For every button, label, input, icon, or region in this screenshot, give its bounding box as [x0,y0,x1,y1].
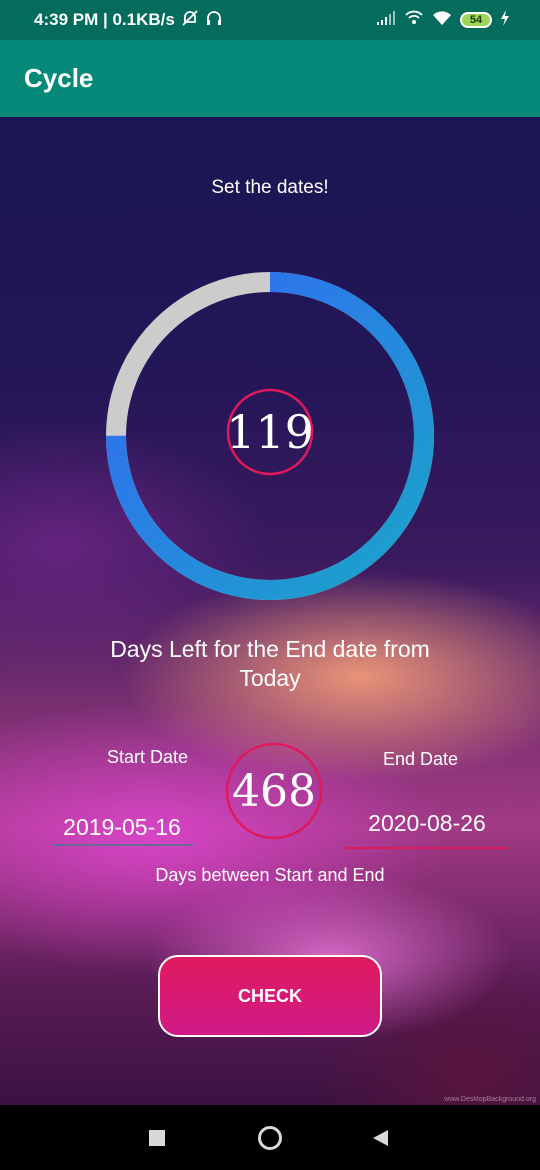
recents-button[interactable] [137,1105,177,1170]
end-date-underline [346,847,508,849]
app-title: Cycle [24,63,94,93]
check-button[interactable]: CHECK [158,955,382,1037]
start-date-label: Start Date [107,747,189,767]
end-date-label: End Date [383,749,459,769]
wifi-calling-icon [404,9,424,32]
nav-bar [0,1105,540,1170]
start-date-input[interactable]: 2019-05-16 [52,814,192,841]
home-circle-icon [258,1125,282,1150]
watermark: www.DesktopBackground.org [444,1096,536,1103]
set-dates-heading: Set the dates! [211,177,329,198]
mute-bell-icon [181,9,199,32]
charging-icon [500,9,510,31]
days-left-value: 119 [226,405,314,459]
app-bar: Cycle [0,40,540,117]
battery-icon: 54 [460,12,492,28]
recents-square-icon [149,1129,165,1146]
days-left-label: Days Left for the End date from Today [110,636,430,691]
start-date-underline [52,844,194,846]
status-bar: 4:39 PM | 0.1KB/s 54 [0,0,540,40]
headset-icon [205,9,223,32]
home-button[interactable] [250,1105,290,1170]
days-between-value: 468 [232,765,316,817]
wifi-icon [432,10,452,31]
end-date-input[interactable]: 2020-08-26 [346,810,508,837]
main-content: Set the dates! 119 Days Left for the End… [0,117,540,1105]
status-time-speed: 4:39 PM | 0.1KB/s [34,10,175,29]
back-triangle-icon [373,1129,388,1146]
signal-icon [376,10,396,31]
status-right: 54 [376,9,510,32]
status-left: 4:39 PM | 0.1KB/s [34,9,223,32]
back-button[interactable] [360,1105,400,1170]
days-between-label: Days between Start and End [155,865,385,885]
